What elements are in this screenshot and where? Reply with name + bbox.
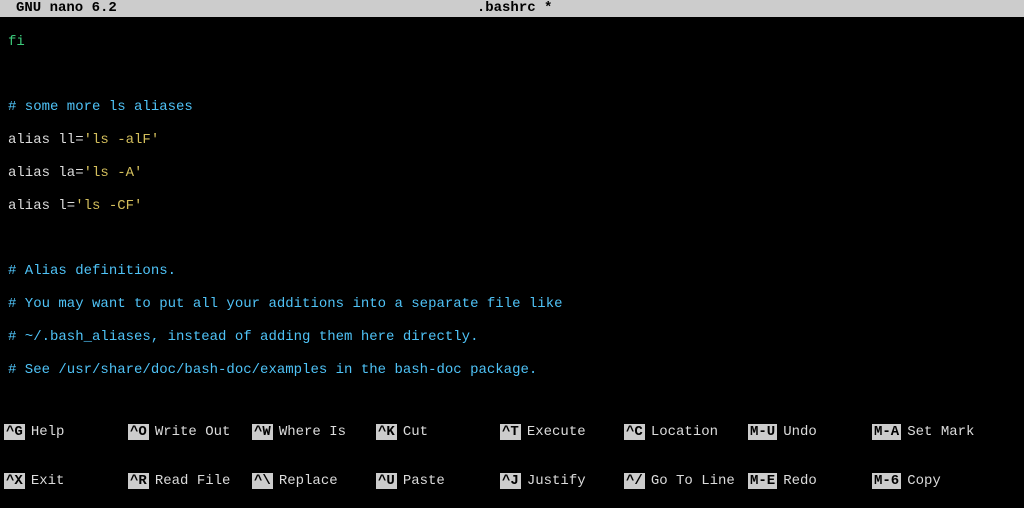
shortcut-key: ^O <box>128 424 149 440</box>
shortcut-item[interactable]: M-E Redo <box>748 473 872 489</box>
shortcut-key: ^R <box>128 473 149 489</box>
nano-titlebar: GNU nano 6.2 .bashrc * <box>0 0 1024 17</box>
shortcut-item[interactable]: ^T Execute <box>500 424 624 440</box>
shortcut-key: ^W <box>252 424 273 440</box>
shortcut-key: ^\ <box>252 473 273 489</box>
shortcut-key: ^K <box>376 424 397 440</box>
shortcut-label: Go To Line <box>651 473 735 489</box>
shortcut-key: M-6 <box>872 473 901 489</box>
shortcut-item[interactable]: ^U Paste <box>376 473 500 489</box>
shortcut-label: Write Out <box>155 424 231 440</box>
code-comment: # Alias definitions. <box>8 263 176 279</box>
shortcut-key: ^T <box>500 424 521 440</box>
shortcut-item[interactable]: M-6 Copy <box>872 473 996 489</box>
shortcut-label: Replace <box>279 473 338 489</box>
shortcut-key: ^C <box>624 424 645 440</box>
shortcut-bar: ^G Help ^O Write Out ^W Where Is ^K Cut ^T Execut… <box>0 390 1024 508</box>
code-string: 'ls -CF' <box>75 198 142 214</box>
code-string: 'ls -alF' <box>84 132 160 148</box>
shortcut-item[interactable]: ^K Cut <box>376 424 500 440</box>
shortcut-label: Redo <box>783 473 817 489</box>
shortcut-label: Copy <box>907 473 941 489</box>
shortcut-label: Where Is <box>279 424 346 440</box>
shortcut-item[interactable]: ^W Where Is <box>252 424 376 440</box>
code-token: alias ll= <box>8 132 84 148</box>
shortcut-item[interactable]: ^\ Replace <box>252 473 376 489</box>
editor-area[interactable]: fi # some more ls aliases alias ll='ls -… <box>0 17 1024 390</box>
shortcut-key: ^U <box>376 473 397 489</box>
code-token: fi <box>8 34 25 50</box>
shortcut-label: Execute <box>527 424 586 440</box>
shortcut-item[interactable]: ^/ Go To Line <box>624 473 748 489</box>
shortcut-item[interactable]: ^X Exit <box>4 473 128 489</box>
shortcut-key: ^G <box>4 424 25 440</box>
shortcut-key: M-E <box>748 473 777 489</box>
shortcut-label: Exit <box>31 473 65 489</box>
shortcut-label: Help <box>31 424 65 440</box>
shortcut-label: Justify <box>527 473 586 489</box>
shortcut-label: Read File <box>155 473 231 489</box>
shortcut-item[interactable]: ^C Location <box>624 424 748 440</box>
shortcut-item[interactable]: ^G Help <box>4 424 128 440</box>
shortcut-key: ^/ <box>624 473 645 489</box>
shortcut-label: Location <box>651 424 718 440</box>
filename: .bashrc * <box>117 0 1024 17</box>
app-name: GNU nano 6.2 <box>0 0 117 17</box>
shortcut-item[interactable]: M-A Set Mark <box>872 424 996 440</box>
shortcut-key: M-A <box>872 424 901 440</box>
code-comment: # You may want to put all your additions… <box>8 296 563 312</box>
shortcut-label: Cut <box>403 424 428 440</box>
shortcut-item[interactable]: ^O Write Out <box>128 424 252 440</box>
shortcut-label: Set Mark <box>907 424 974 440</box>
shortcut-item[interactable]: M-U Undo <box>748 424 872 440</box>
shortcut-item[interactable]: ^J Justify <box>500 473 624 489</box>
shortcut-label: Undo <box>783 424 817 440</box>
shortcut-key: M-U <box>748 424 777 440</box>
code-token: alias la= <box>8 165 84 181</box>
shortcut-key: ^J <box>500 473 521 489</box>
code-comment: # See /usr/share/doc/bash-doc/examples i… <box>8 362 537 378</box>
code-comment: # some more ls aliases <box>8 99 193 115</box>
shortcut-key: ^X <box>4 473 25 489</box>
code-comment: # ~/.bash_aliases, instead of adding the… <box>8 329 478 345</box>
shortcut-label: Paste <box>403 473 445 489</box>
shortcut-item[interactable]: ^R Read File <box>128 473 252 489</box>
code-token: alias l= <box>8 198 75 214</box>
code-string: 'ls -A' <box>84 165 143 181</box>
